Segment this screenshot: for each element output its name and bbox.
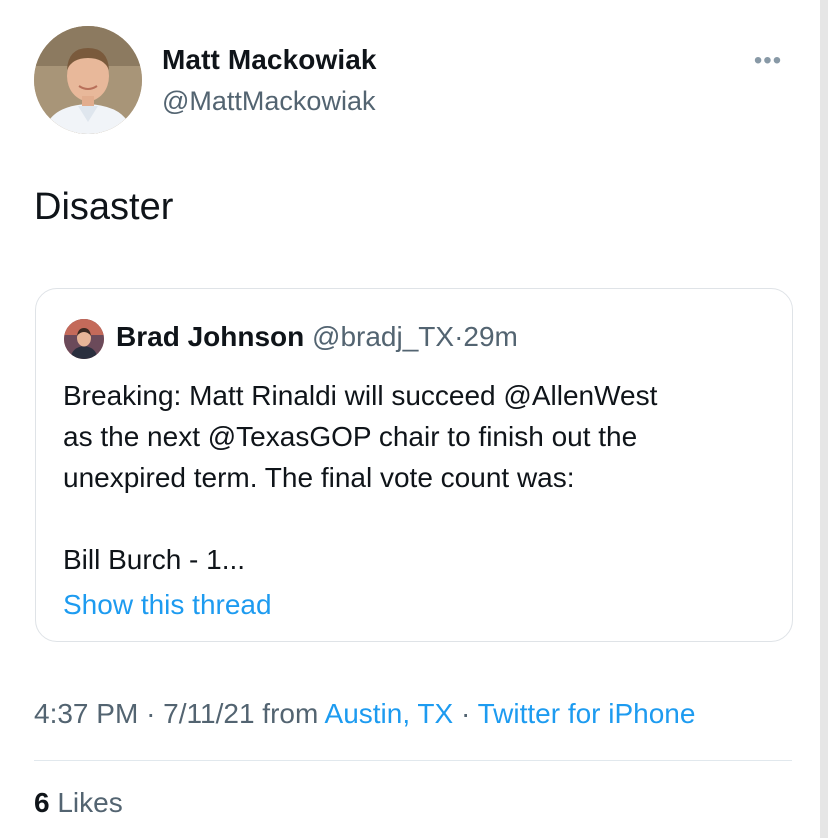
quoted-author-handle: @bradj_TX xyxy=(312,321,455,352)
likes-count-link[interactable]: 6 Likes xyxy=(34,787,123,819)
author-avatar[interactable] xyxy=(34,26,142,134)
author-avatar-image xyxy=(34,26,142,134)
author-name[interactable]: Matt Mackowiak xyxy=(162,44,377,76)
meta-separator-1: · xyxy=(146,698,156,729)
quoted-separator: · xyxy=(454,321,464,352)
more-dots-icon[interactable]: ••• xyxy=(748,44,788,78)
quoted-paragraph-2: Bill Burch - 1... xyxy=(63,544,246,575)
likes-count: 6 xyxy=(34,787,50,818)
quoted-time: 29m xyxy=(463,321,518,352)
quoted-tweet-card[interactable]: Brad Johnson @bradj_TX·29m Breaking: Mat… xyxy=(35,288,793,642)
quoted-tweet-header: Brad Johnson @bradj_TX·29m xyxy=(116,321,518,353)
tweet-text: Disaster xyxy=(34,186,174,228)
quoted-author-name: Brad Johnson xyxy=(116,321,305,352)
divider xyxy=(34,760,792,761)
tweet-time[interactable]: 4:37 PM xyxy=(34,698,138,729)
tweet-date[interactable]: 7/11/21 xyxy=(163,698,254,729)
author-handle[interactable]: @MattMackowiak xyxy=(162,86,375,117)
quoted-author-avatar xyxy=(64,319,104,359)
location-link[interactable]: Austin, TX xyxy=(325,698,454,729)
client-link[interactable]: Twitter for iPhone xyxy=(478,698,696,729)
tweet-meta: 4:37 PM · 7/11/21 from Austin, TX · Twit… xyxy=(34,698,695,730)
quoted-tweet-text: Breaking: Matt Rinaldi will succeed @All… xyxy=(63,375,773,580)
show-thread-link[interactable]: Show this thread xyxy=(63,589,272,621)
likes-label: Likes xyxy=(57,787,123,818)
quoted-paragraph-1: Breaking: Matt Rinaldi will succeed @All… xyxy=(63,380,658,493)
quoted-author-avatar-image xyxy=(64,319,104,359)
screen-edge xyxy=(820,0,828,838)
meta-separator-2: · xyxy=(460,698,471,729)
meta-from: from xyxy=(262,698,319,729)
